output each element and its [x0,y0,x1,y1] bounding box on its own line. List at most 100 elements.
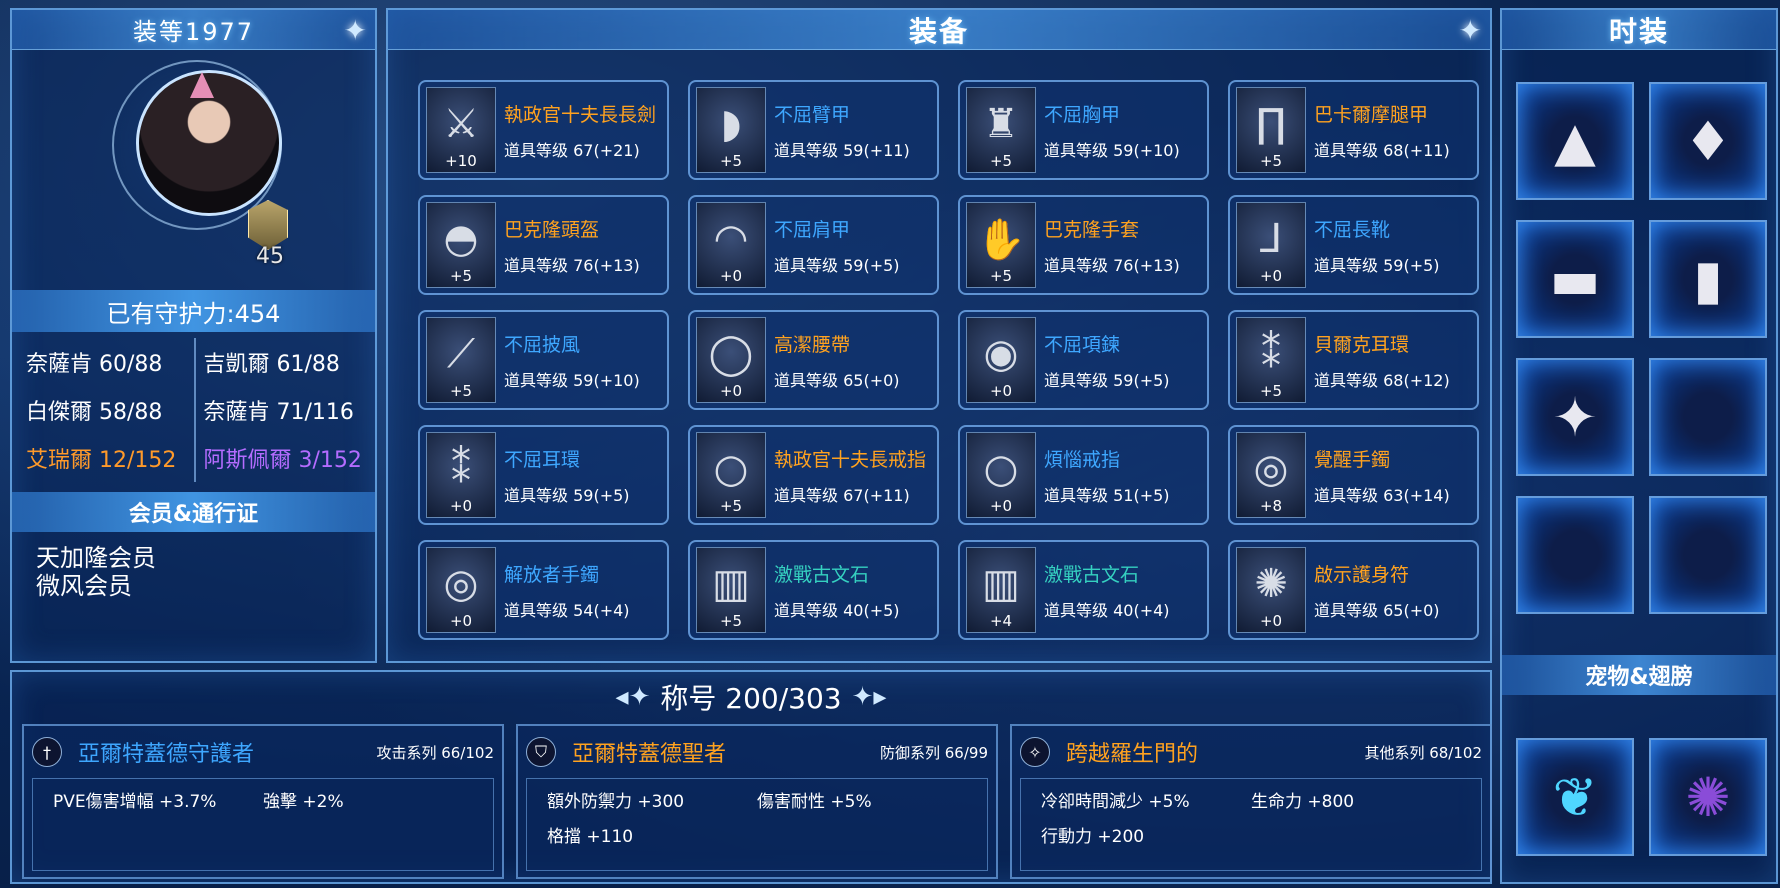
equipment-name: 不屈耳環 [504,448,581,471]
bracer-icon: ◗ +5 [696,87,766,173]
enhance-level: +0 [719,267,743,285]
membership-title: 会员&通行证 [128,502,259,527]
gear-score-header: 装等1977 ✦ [12,10,375,50]
equipment-slot[interactable]: ▥ +4 激戰古文石 道具等级 40(+4) [958,540,1209,640]
title-effects: 額外防禦力 +300 傷害耐性 +5% 格擋 +110 [526,778,988,871]
equipment-grid: ⚔ +10 執政官十夫長長劍 道具等级 67(+21) ◗ +5 不屈臂甲 道具等级 59(+… [418,80,1479,640]
enhance-level: +0 [449,497,473,515]
guard-power: 已有守护力:454 [106,299,281,328]
equipment-name: 不屈臂甲 [774,103,851,126]
membership-list: 天加隆会员 微风会员 [12,532,375,600]
title-card[interactable]: † 亞爾特蓋德守護者 攻击系列 66/102 PVE傷害增幅 +3.7% 強擊 +2% [22,724,504,879]
titles-panel: ◂✦ 称号 200/303 ✦▸ † 亞爾特蓋德守護者 攻击系列 66/102 PVE… [10,670,1492,884]
equipment-slot[interactable]: ⁑ +5 貝爾克耳環 道具等级 68(+12) [1228,310,1479,410]
chest-armor-icon-glyph: ♜ [983,101,1019,147]
titles-heading: 称号 200/303 [660,682,842,715]
equipment-slot[interactable]: ⚔ +10 執政官十夫長長劍 道具等级 67(+21) [418,80,669,180]
fashion-slot[interactable] [1649,358,1767,476]
earring-icon-glyph: ⁑ [451,446,471,492]
fashion-slot[interactable]: ▮ [1649,220,1767,338]
equipment-name: 煩惱戒指 [1044,448,1121,471]
pet-slot[interactable]: ❦ [1516,738,1634,856]
boot-icon: ⅃ +0 [1236,202,1306,288]
title-category: 其他系列 68/102 [1364,743,1482,762]
title-card[interactable]: ✧ 跨越羅生門的 其他系列 68/102 冷卻時間減少 +5% 生命力 +800 行動力 … [1010,724,1492,879]
star-emblem-icon: ✧ [1020,737,1050,767]
equipment-name: 不屈披風 [504,333,581,356]
stat-item: 奈薩肯 71/116 [193,386,368,434]
fashion-slot[interactable]: ✦ [1516,358,1634,476]
equipment-item-level: 道具等级 59(+5) [1314,255,1440,275]
bracelet-icon-glyph: ◎ [1253,446,1289,492]
equipment-slot[interactable]: ◓ +5 巴克隆頭盔 道具等级 76(+13) [418,195,669,295]
equipment-slot[interactable]: ◎ +8 覺醒手鐲 道具等级 63(+14) [1228,425,1479,525]
equipment-slot[interactable]: ○ +0 煩惱戒指 道具等级 51(+5) [958,425,1209,525]
sword-icon: ⚔ +10 [426,87,496,173]
equipment-slot[interactable]: ♜ +5 不屈胸甲 道具等级 59(+10) [958,80,1209,180]
title-name: 亞爾特蓋德守護者 [78,742,255,767]
equipment-slot[interactable]: ◉ +0 不屈項鍊 道具等级 59(+5) [958,310,1209,410]
equipment-info: 不屈披風道具等级 59(+10) [504,330,640,391]
rune-stone-icon: ▥ +4 [966,547,1036,633]
title-card[interactable]: ⛉ 亞爾特蓋德聖者 防御系列 66/99 額外防禦力 +300 傷害耐性 +5% 格擋 +… [516,724,998,879]
membership-item: 微风会员 [36,572,132,600]
purple-pet-icon: ✺ [1685,765,1731,829]
equipment-info: 不屈臂甲 道具等级 59(+11) [774,100,910,161]
sparkle-icon: ✦ [343,14,369,47]
fashion-slot[interactable] [1649,496,1767,614]
equipment-info: 巴克隆手套 道具等级 76(+13) [1044,215,1180,276]
avatar-area: 45 [12,50,375,269]
equipment-slot[interactable]: ∏ +5 巴卡爾摩腿甲 道具等级 68(+11) [1228,80,1479,180]
earring-icon: ⁑ +5 [1236,317,1306,403]
pet-slot[interactable]: ✺ [1649,738,1767,856]
equipment-title: 装备 [908,14,969,48]
equipment-slot[interactable]: ⟋ +5 不屈披風 道具等级 59(+10) [418,310,669,410]
equipment-item-level: 道具等级 65(+0) [774,370,900,390]
equipment-slot[interactable]: ◎ +0 解放者手鐲 道具等级 54(+4) [418,540,669,640]
title-card-header: ⛉ 亞爾特蓋德聖者 防御系列 66/99 [518,726,996,778]
guard-power-bar: 已有守护力:454 [12,290,375,332]
bracelet-icon-glyph: ◎ [443,561,479,607]
equipment-panel: 装备 ✦ ⚔ +10 執政官十夫長長劍 道具等级 67(+21) ◗ +5 不屈臂甲 道具等级… [386,8,1492,663]
title-effects: 冷卻時間減少 +5% 生命力 +800 行動力 +200 [1020,778,1482,871]
equipment-slot[interactable]: ◗ +5 不屈臂甲 道具等级 59(+11) [688,80,939,180]
membership-item: 天加隆会员 [36,544,156,572]
chest-armor-icon: ♜ +5 [966,87,1036,173]
equipment-slot[interactable]: ✺ +0 啟示護身符 道具等级 65(+0) [1228,540,1479,640]
enhance-level: +5 [989,267,1013,285]
rune-stone-icon-glyph: ▥ [982,561,1020,607]
sparkle-icon: ✦ [1458,14,1484,47]
fashion-slot[interactable] [1516,496,1634,614]
equipment-info: 貝爾克耳環 道具等级 68(+12) [1314,330,1450,391]
bracelet-icon: ◎ +8 [1236,432,1306,518]
stat-list: 奈薩肯 60/88 吉凱爾 61/88 白傑爾 58/88 奈薩肯 71/116… [12,332,375,488]
equipment-slot[interactable]: ○ +5 執政官十夫長戒指 道具等级 67(+11) [688,425,939,525]
equipment-item-level: 道具等级 68(+11) [1314,140,1450,160]
fashion-title: 时装 [1608,14,1669,48]
equipment-slot[interactable]: ✋ +5 巴克隆手套 道具等级 76(+13) [958,195,1209,295]
fashion-slot[interactable]: ♦ [1649,82,1767,200]
equipment-slot[interactable]: ⁑ +0 不屈耳環 道具等级 59(+5) [418,425,669,525]
equipment-info: 不屈胸甲 道具等级 59(+10) [1044,100,1180,161]
stat-item: 奈薩肯 60/88 [26,352,163,377]
equipment-info: 煩惱戒指 道具等级 51(+5) [1044,445,1170,506]
equipment-item-level: 道具等级 59(+10) [504,370,640,390]
equipment-info: 啟示護身符 道具等级 65(+0) [1314,560,1440,621]
fashion-slot[interactable]: ▲ [1516,82,1634,200]
enhance-level: +0 [1259,612,1283,630]
equipment-slot[interactable]: ▥ +5 激戰古文石 道具等级 40(+5) [688,540,939,640]
equipment-slot[interactable]: ⅃ +0 不屈長靴 道具等级 59(+5) [1228,195,1479,295]
shoulder-icon-glyph: ◠ [713,216,749,262]
shorts-icon: ▬ [1549,247,1601,311]
equipment-slot[interactable]: ◯ +0 高潔腰帶 道具等级 65(+0) [688,310,939,410]
equipment-slot[interactable]: ◠ +0 不屈肩甲 道具等级 59(+5) [688,195,939,295]
equipment-name: 執政官十夫長長劍 [504,103,657,126]
glove-icon-glyph: ✋ [976,216,1026,263]
equipment-name: 高潔腰帶 [774,333,851,356]
equipment-item-level: 道具等级 76(+13) [1044,255,1180,275]
fashion-slot[interactable]: ▬ [1516,220,1634,338]
title-effect: 傷害耐性 +5% [757,792,872,812]
equipment-item-level: 道具等级 40(+4) [1044,600,1170,620]
pet-wings-header: 宠物&翅膀 [1502,655,1776,695]
party-hat-icon: ▲ [1554,109,1596,173]
